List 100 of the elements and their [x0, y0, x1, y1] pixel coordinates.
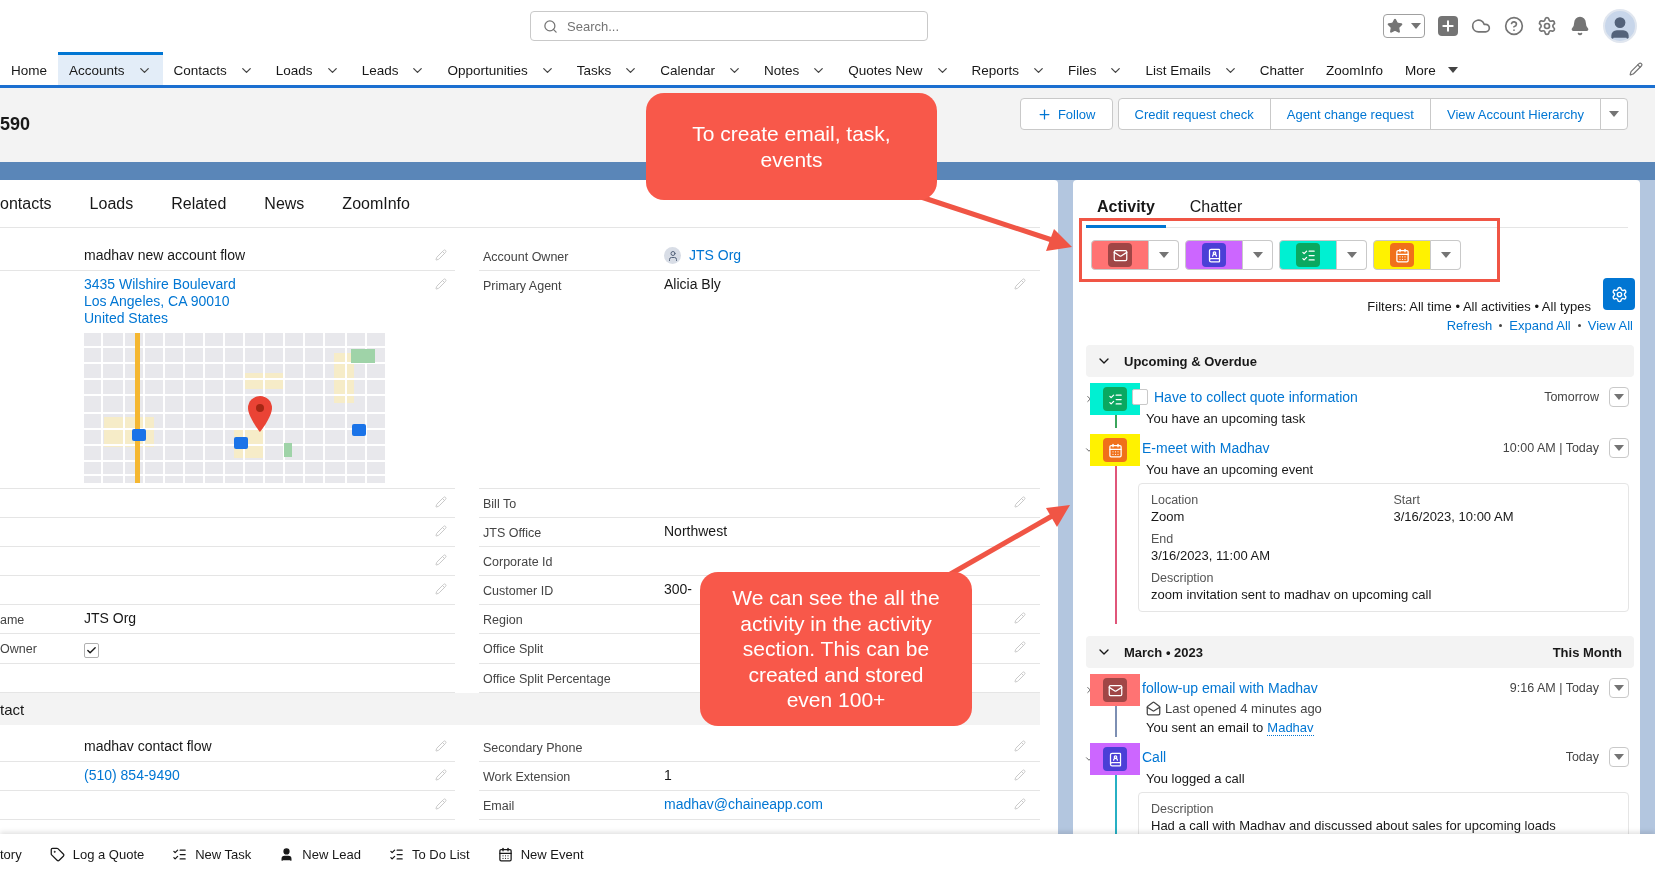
utility-item[interactable]: New Task [172, 846, 252, 862]
nav-tab[interactable]: Contacts [162, 52, 265, 85]
contact-link[interactable]: Madhav [1267, 720, 1314, 736]
activity-title-link[interactable]: Have to collect quote information [1154, 389, 1358, 405]
record-tab[interactable]: ZoomInfo [323, 194, 429, 213]
activity-title-link[interactable]: E-meet with Madhav [1142, 440, 1270, 456]
pencil-icon[interactable] [1629, 61, 1643, 76]
field-link[interactable]: (510) 854-9490 [84, 767, 180, 784]
header-button[interactable]: View Account Hierarchy [1429, 98, 1601, 130]
header-button[interactable]: Agent change request [1269, 98, 1431, 130]
annotation-tooltip: We can see the all the activity in the activity section. This can be created and stored even 100+ [700, 572, 972, 726]
address-link[interactable]: Los Angeles, CA 90010 [84, 293, 230, 310]
new-event-button[interactable] [1373, 240, 1431, 270]
activity-link[interactable]: View All [1587, 318, 1633, 333]
new-email-button[interactable] [1091, 240, 1149, 270]
favorites-button[interactable] [1383, 14, 1425, 38]
record-tab[interactable]: Loads [70, 194, 153, 213]
cloud-icon[interactable] [1471, 16, 1491, 36]
field-label: Owner [0, 642, 37, 656]
nav-tab[interactable]: Opportunities [436, 52, 566, 85]
search-field[interactable]: Search... [530, 11, 928, 41]
item-menu-button[interactable] [1609, 747, 1629, 767]
calendar-icon [1394, 247, 1410, 263]
annotation-tooltip: To create email, task, events [646, 93, 937, 200]
utility-item[interactable]: To Do List [388, 846, 470, 862]
utility-item[interactable]: New Event [497, 846, 584, 862]
address-link[interactable]: United States [84, 310, 169, 327]
detail-value: 3/16/2023, 11:00 AM [1151, 548, 1272, 563]
field-label: JTS Office [483, 526, 542, 540]
caret-icon [1252, 252, 1263, 258]
activity-title-link[interactable]: follow-up email with Madhav [1142, 680, 1318, 696]
nav-tab[interactable]: Chatter [1248, 52, 1315, 85]
group-period-label: This Month [1552, 644, 1622, 660]
item-menu-button[interactable] [1609, 438, 1629, 458]
activity-summary: You have an upcoming task [1146, 411, 1307, 426]
owner-link[interactable]: JTS Org [689, 247, 742, 264]
dropdown-button[interactable] [1243, 240, 1273, 270]
detail-value: Had a call with Madhav and discussed about sales for upcoming loads [1151, 818, 1557, 833]
nav-tab[interactable]: Home [0, 52, 58, 85]
activity-link[interactable]: Expand All [1509, 318, 1571, 333]
nav-tab[interactable]: Calendar [649, 52, 754, 85]
checklist-icon [1107, 391, 1123, 407]
checkbox[interactable] [84, 643, 99, 658]
filter-summary: Filters: All time • All activities • All types [1367, 299, 1591, 314]
nav-tab[interactable]: ZoomInfo [1314, 52, 1394, 85]
nav-tab[interactable]: Accounts [58, 52, 163, 85]
checkmark-icon [86, 645, 97, 656]
dropdown-button[interactable] [1149, 240, 1179, 270]
field-label: ame [0, 613, 25, 627]
new-task-button[interactable] [1279, 240, 1337, 270]
item-menu-button[interactable] [1609, 678, 1629, 698]
item-menu-button[interactable] [1609, 387, 1629, 407]
nav-tab[interactable]: Tasks [565, 52, 650, 85]
record-tab[interactable]: News [245, 194, 324, 213]
nav-tab[interactable]: List Emails [1134, 52, 1249, 85]
new-call-button[interactable] [1185, 240, 1243, 270]
nav-tab[interactable]: Reports [960, 52, 1057, 85]
nav-tab[interactable]: Leads [350, 52, 437, 85]
notifications-icon[interactable] [1570, 16, 1590, 36]
field-link[interactable]: madhav@chaineapp.com [664, 796, 823, 813]
field-value: 1 [664, 767, 673, 783]
record-tab[interactable]: ontacts [0, 194, 71, 213]
group-title: March • 2023 [1124, 644, 1203, 660]
add-button[interactable] [1438, 16, 1458, 36]
record-tab[interactable]: Related [152, 194, 246, 213]
nav-tab[interactable]: Quotes New [837, 52, 961, 85]
nav-tab[interactable]: Notes [753, 52, 838, 85]
field-label: Account Owner [483, 250, 569, 264]
utility-item[interactable]: tory [0, 846, 22, 862]
settings-button[interactable] [1603, 278, 1635, 310]
avatar[interactable] [1603, 9, 1637, 43]
activity-tab[interactable]: Activity [1086, 198, 1166, 228]
group-header[interactable]: Upcoming & Overdue [1086, 345, 1634, 377]
dropdown-button[interactable] [1337, 240, 1367, 270]
plus-icon [1440, 18, 1456, 34]
settings-icon[interactable] [1537, 16, 1557, 36]
group-header[interactable]: March • 2023 This Month [1086, 636, 1634, 668]
address-link[interactable]: 3435 Wilshire Boulevard [84, 276, 236, 293]
detail-label: End [1151, 532, 1175, 546]
header-button[interactable]: Follow [1019, 98, 1113, 130]
checkbox[interactable] [1132, 389, 1148, 405]
activity-summary: You logged a call [1146, 771, 1246, 786]
nav-tab[interactable]: Loads [264, 52, 351, 85]
detail-label: Location [1151, 493, 1200, 507]
activity-title-link[interactable]: Call [1142, 749, 1167, 765]
help-icon[interactable] [1504, 16, 1524, 36]
nav-tab[interactable]: More [1394, 52, 1469, 85]
activity-tab[interactable]: Chatter [1178, 198, 1254, 228]
field-value: Northwest [664, 523, 729, 539]
utility-item[interactable]: Log a Quote [49, 846, 145, 862]
dropdown-button[interactable] [1431, 240, 1461, 270]
field-label: Secondary Phone [483, 741, 583, 755]
utility-item[interactable]: New Lead [279, 846, 361, 862]
activity-link[interactable]: Refresh [1446, 318, 1493, 333]
caret-icon [1614, 754, 1624, 760]
field-value: Alicia Bly [664, 276, 722, 292]
nav-tab[interactable]: Files [1056, 52, 1135, 85]
more-actions-button[interactable] [1600, 98, 1628, 130]
header-button[interactable]: Credit request check [1117, 98, 1271, 130]
tag-icon [49, 846, 65, 862]
